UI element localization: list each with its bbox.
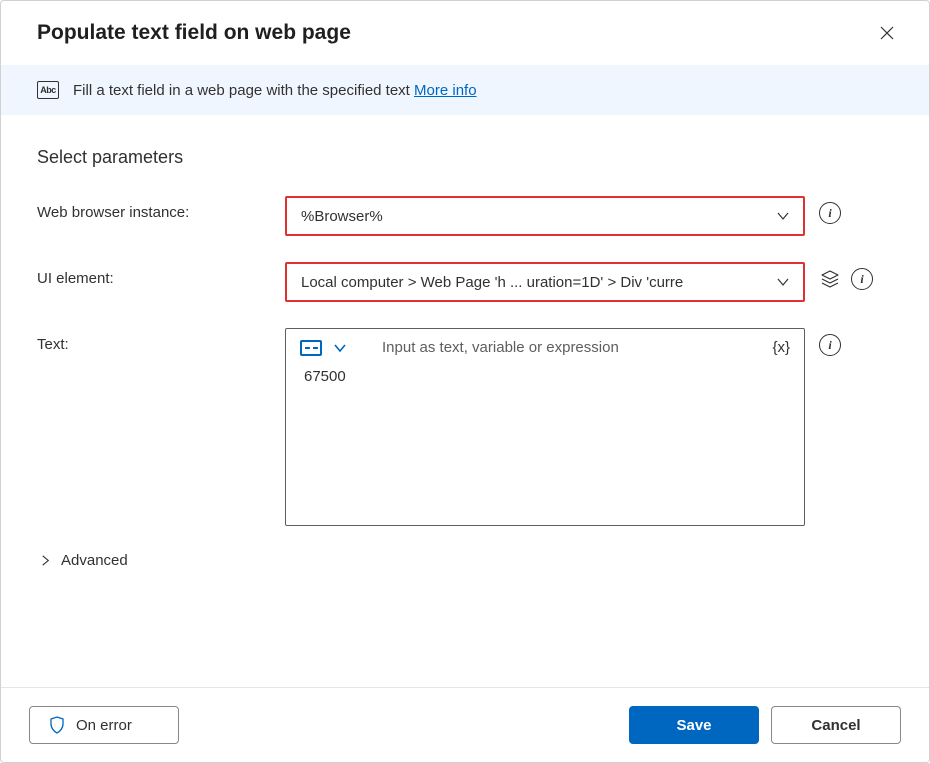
variable-picker-button[interactable]: {x} xyxy=(772,339,790,356)
section-title: Select parameters xyxy=(37,147,893,168)
advanced-label: Advanced xyxy=(61,552,128,569)
info-icon[interactable]: i xyxy=(819,334,841,356)
advanced-toggle[interactable]: Advanced xyxy=(37,552,893,569)
cancel-button[interactable]: Cancel xyxy=(771,706,901,744)
text-input-header: Input as text, variable or expression {x… xyxy=(286,329,804,362)
on-error-button[interactable]: On error xyxy=(29,706,179,744)
text-value[interactable]: 67500 xyxy=(286,362,804,525)
ui-element-label: UI element: xyxy=(37,262,285,287)
chevron-right-icon xyxy=(37,553,53,569)
param-row-text: Text: Input as text, variable or express… xyxy=(37,328,893,526)
ui-element-value: Local computer > Web Page 'h ... uration… xyxy=(301,274,683,291)
param-row-ui-element: UI element: Local computer > Web Page 'h… xyxy=(37,262,893,302)
param-row-browser: Web browser instance: %Browser% i xyxy=(37,196,893,236)
chevron-down-icon xyxy=(775,208,791,224)
info-icon[interactable]: i xyxy=(851,268,873,290)
dialog-content: Select parameters Web browser instance: … xyxy=(1,115,929,687)
dialog-header: Populate text field on web page xyxy=(1,1,929,65)
text-input-box[interactable]: Input as text, variable or expression {x… xyxy=(285,328,805,526)
browser-label: Web browser instance: xyxy=(37,196,285,221)
chevron-down-icon xyxy=(775,274,791,290)
text-mode-icon[interactable] xyxy=(300,340,322,356)
text-label: Text: xyxy=(37,328,285,353)
close-icon xyxy=(879,25,895,41)
shield-icon xyxy=(48,716,66,734)
browser-dropdown[interactable]: %Browser% xyxy=(285,196,805,236)
on-error-label: On error xyxy=(76,717,132,734)
dialog-title: Populate text field on web page xyxy=(37,21,351,45)
more-info-link[interactable]: More info xyxy=(414,82,477,99)
browser-value: %Browser% xyxy=(301,208,383,225)
ui-element-dropdown[interactable]: Local computer > Web Page 'h ... uration… xyxy=(285,262,805,302)
info-banner: Abc Fill a text field in a web page with… xyxy=(1,65,929,115)
info-icon[interactable]: i xyxy=(819,202,841,224)
dialog-footer: On error Save Cancel xyxy=(1,687,929,762)
close-button[interactable] xyxy=(873,19,901,47)
save-button[interactable]: Save xyxy=(629,706,759,744)
banner-text: Fill a text field in a web page with the… xyxy=(73,82,477,99)
ui-element-picker-icon[interactable] xyxy=(819,268,841,290)
text-field-icon: Abc xyxy=(37,81,59,99)
text-placeholder: Input as text, variable or expression xyxy=(382,339,762,356)
chevron-down-icon[interactable] xyxy=(332,340,348,356)
